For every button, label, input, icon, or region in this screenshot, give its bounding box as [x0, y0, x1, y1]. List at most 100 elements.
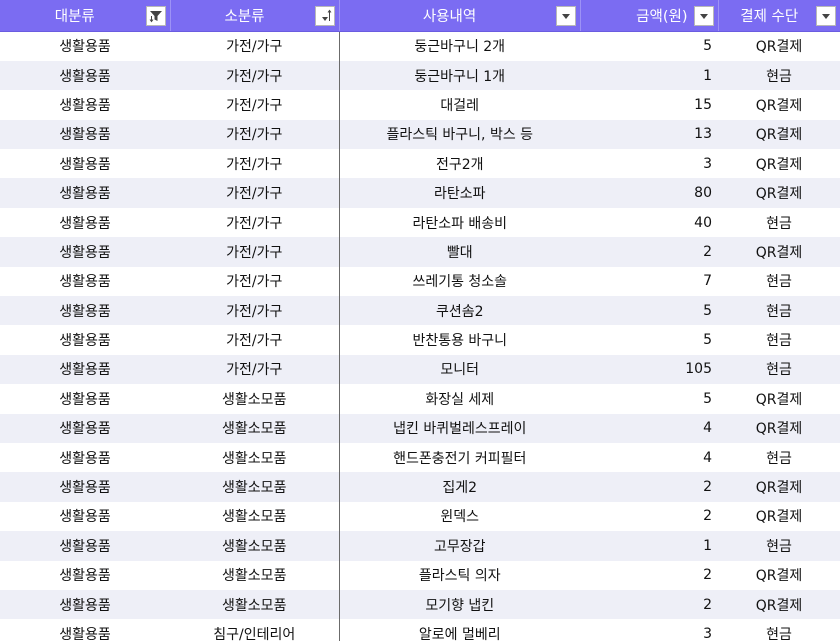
cell-detail[interactable]: 둥근바구니 1개: [339, 60, 580, 91]
cell-amount[interactable]: 15: [580, 90, 718, 119]
cell-minor[interactable]: 생활소모품: [170, 472, 340, 502]
cell-payment[interactable]: QR결제: [718, 413, 840, 443]
cell-payment[interactable]: QR결제: [718, 237, 840, 267]
cell-detail[interactable]: 라탄소파 배송비: [339, 208, 580, 237]
cell-minor[interactable]: 가전/가구: [170, 119, 340, 150]
cell-amount[interactable]: 105: [580, 354, 718, 385]
cell-amount[interactable]: 4: [580, 413, 718, 443]
cell-payment[interactable]: QR결제: [718, 589, 840, 620]
cell-detail[interactable]: 플라스틱 바구니, 박스 등: [339, 119, 580, 150]
cell-detail[interactable]: 대걸레: [339, 90, 580, 119]
cell-amount[interactable]: 5: [580, 325, 718, 354]
cell-major[interactable]: 생활용품: [0, 589, 170, 620]
header-major[interactable]: 대분류: [0, 0, 171, 32]
cell-minor[interactable]: 침구/인테리어: [170, 619, 340, 641]
cell-major[interactable]: 생활용품: [0, 325, 170, 354]
cell-payment[interactable]: QR결제: [718, 384, 840, 413]
cell-detail[interactable]: 집게2: [339, 472, 580, 502]
cell-minor[interactable]: 생활소모품: [170, 589, 340, 620]
cell-major[interactable]: 생활용품: [0, 149, 170, 178]
cell-payment[interactable]: 현금: [718, 354, 840, 385]
cell-amount[interactable]: 4: [580, 443, 718, 472]
table-row[interactable]: 생활용품 가전/가구 쿠션솜2 5 현금: [0, 296, 840, 326]
cell-minor[interactable]: 가전/가구: [170, 90, 340, 120]
table-row[interactable]: 생활용품 생활소모품 핸드폰충전기 커피필터 4 현금: [0, 442, 840, 473]
cell-amount[interactable]: 2: [580, 502, 718, 531]
cell-minor[interactable]: 생활소모품: [170, 560, 340, 590]
cell-payment[interactable]: QR결제: [718, 119, 840, 150]
dropdown-arrow-icon[interactable]: [816, 5, 836, 26]
cell-major[interactable]: 생활용품: [0, 531, 170, 561]
header-detail[interactable]: 사용내역: [339, 0, 581, 32]
cell-detail[interactable]: 고무장갑: [339, 531, 580, 561]
table-row[interactable]: 생활용품 가전/가구 둥근바구니 1개 1 현금: [0, 60, 840, 91]
cell-amount[interactable]: 7: [580, 267, 718, 296]
cell-amount[interactable]: 5: [580, 296, 718, 326]
header-payment[interactable]: 결제 수단: [718, 0, 840, 32]
table-row[interactable]: 생활용품 가전/가구 빨대 2 QR결제: [0, 237, 840, 267]
cell-major[interactable]: 생활용품: [0, 32, 170, 61]
cell-payment[interactable]: 현금: [718, 443, 840, 472]
cell-minor[interactable]: 생활소모품: [170, 501, 340, 532]
cell-minor[interactable]: 생활소모품: [170, 413, 340, 443]
dropdown-arrow-icon[interactable]: [693, 5, 714, 26]
table-row[interactable]: 생활용품 생활소모품 집게2 2 QR결제: [0, 472, 840, 502]
cell-payment[interactable]: 현금: [718, 60, 840, 91]
cell-detail[interactable]: 핸드폰충전기 커피필터: [339, 443, 580, 472]
header-amount[interactable]: 금액(원): [580, 0, 719, 32]
cell-payment[interactable]: QR결제: [718, 32, 840, 61]
cell-detail[interactable]: 냅킨 바퀴벌레스프레이: [339, 413, 580, 443]
table-row[interactable]: 생활용품 생활소모품 플라스틱 의자 2 QR결제: [0, 560, 840, 590]
cell-amount[interactable]: 13: [580, 119, 718, 150]
cell-major[interactable]: 생활용품: [0, 208, 170, 237]
cell-amount[interactable]: 2: [580, 472, 718, 502]
cell-detail[interactable]: 플라스틱 의자: [339, 561, 580, 590]
cell-amount[interactable]: 40: [580, 208, 718, 237]
cell-major[interactable]: 생활용품: [0, 619, 170, 641]
table-row[interactable]: 생활용품 가전/가구 대걸레 15 QR결제: [0, 90, 840, 120]
cell-major[interactable]: 생활용품: [0, 384, 170, 413]
cell-amount[interactable]: 2: [580, 237, 718, 267]
cell-minor[interactable]: 가전/가구: [170, 296, 340, 326]
cell-major[interactable]: 생활용품: [0, 561, 170, 590]
cell-detail[interactable]: 알로에 멀베리: [339, 619, 580, 641]
dropdown-arrow-icon[interactable]: [555, 5, 576, 26]
cell-detail[interactable]: 둥근바구니 2개: [339, 32, 580, 61]
cell-minor[interactable]: 가전/가구: [170, 207, 340, 238]
table-row[interactable]: 생활용품 가전/가구 모니터 105 현금: [0, 354, 840, 385]
cell-minor[interactable]: 가전/가구: [170, 60, 340, 91]
cell-detail[interactable]: 전구2개: [339, 149, 580, 178]
cell-detail[interactable]: 라탄소파: [339, 178, 580, 208]
cell-amount[interactable]: 2: [580, 561, 718, 590]
table-row[interactable]: 생활용품 가전/가구 라탄소파 80 QR결제: [0, 178, 840, 208]
header-minor[interactable]: 소분류: [170, 0, 340, 32]
cell-detail[interactable]: 화장실 세제: [339, 384, 580, 413]
cell-minor[interactable]: 생활소모품: [170, 531, 340, 561]
cell-payment[interactable]: QR결제: [718, 90, 840, 119]
cell-major[interactable]: 생활용품: [0, 443, 170, 472]
table-row[interactable]: 생활용품 가전/가구 플라스틱 바구니, 박스 등 13 QR결제: [0, 119, 840, 150]
table-row[interactable]: 생활용품 생활소모품 윈덱스 2 QR결제: [0, 501, 840, 532]
cell-minor[interactable]: 가전/가구: [170, 31, 340, 61]
cell-detail[interactable]: 윈덱스: [339, 502, 580, 531]
table-row[interactable]: 생활용품 생활소모품 고무장갑 1 현금: [0, 531, 840, 561]
cell-amount[interactable]: 1: [580, 531, 718, 561]
table-row[interactable]: 생활용품 생활소모품 냅킨 바퀴벌레스프레이 4 QR결제: [0, 413, 840, 443]
cell-minor[interactable]: 생활소모품: [170, 442, 340, 473]
filter-applied-icon[interactable]: [145, 5, 166, 26]
cell-payment[interactable]: QR결제: [718, 472, 840, 502]
cell-major[interactable]: 생활용품: [0, 178, 170, 208]
cell-major[interactable]: 생활용품: [0, 90, 170, 119]
sort-descending-icon[interactable]: [314, 5, 335, 26]
table-row[interactable]: 생활용품 가전/가구 쓰레기통 청소솔 7 현금: [0, 266, 840, 297]
cell-detail[interactable]: 모니터: [339, 354, 580, 385]
table-row[interactable]: 생활용품 가전/가구 반찬통용 바구니 5 현금: [0, 325, 840, 355]
cell-amount[interactable]: 2: [580, 589, 718, 620]
cell-amount[interactable]: 1: [580, 60, 718, 91]
cell-payment[interactable]: 현금: [718, 531, 840, 561]
cell-detail[interactable]: 빨대: [339, 237, 580, 267]
cell-payment[interactable]: QR결제: [718, 502, 840, 531]
cell-minor[interactable]: 가전/가구: [170, 266, 340, 297]
cell-payment[interactable]: 현금: [718, 325, 840, 354]
table-row[interactable]: 생활용품 가전/가구 전구2개 3 QR결제: [0, 149, 840, 179]
